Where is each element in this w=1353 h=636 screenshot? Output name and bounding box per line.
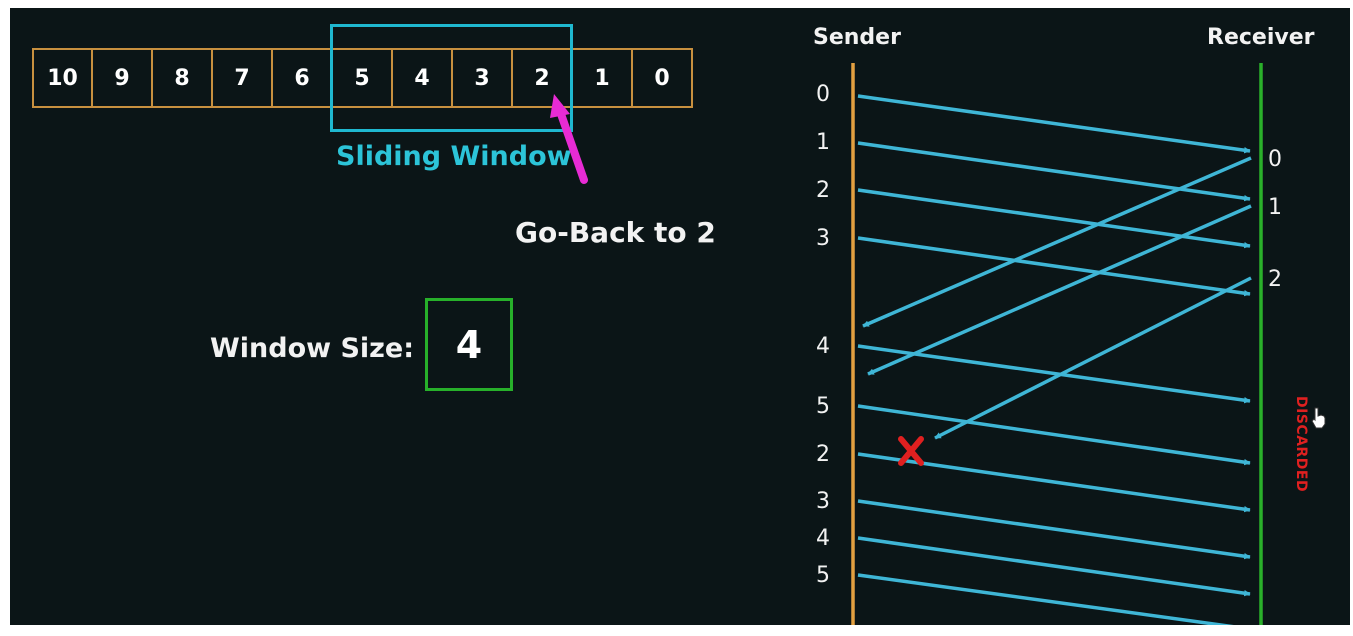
- sender-seq-number: 4: [816, 526, 830, 551]
- cursor-hand-icon: [1311, 407, 1326, 429]
- receiver-seq-number: 1: [1268, 195, 1282, 220]
- sequence-diagram: [550, 63, 1326, 625]
- receiver-label: Receiver: [1207, 25, 1315, 50]
- sender-seq-number: 4: [816, 334, 830, 359]
- ack-arrow: [934, 276, 1252, 440]
- ack-arrow: [867, 204, 1252, 376]
- sender-seq-number: 0: [816, 82, 830, 107]
- sender-seq-number: 2: [816, 442, 830, 467]
- receiver-seq-number: 0: [1268, 147, 1282, 172]
- frame-arrow: [857, 188, 1251, 249]
- frame-arrow: [857, 573, 1251, 625]
- sender-seq-number: 3: [816, 226, 830, 251]
- pointer-arrow-icon: [550, 94, 588, 184]
- ack-arrow: [862, 156, 1252, 328]
- discarded-label: DISCARDED: [1293, 396, 1309, 493]
- sender-seq-number: 5: [816, 563, 830, 588]
- frame-arrow: [857, 499, 1251, 560]
- sender-seq-number: 3: [816, 489, 830, 514]
- sender-label: Sender: [813, 25, 901, 50]
- sender-seq-number: 2: [816, 178, 830, 203]
- frame-arrow: [857, 236, 1251, 297]
- frame-arrow: [857, 141, 1251, 202]
- message-arrows: [857, 94, 1252, 625]
- sender-seq-number: 1: [816, 130, 830, 155]
- sender-seq-number: 5: [816, 394, 830, 419]
- diagram-canvas: 10 9 8 7 6 5 4 3 2 1 0 Sliding Window Go…: [10, 8, 1350, 625]
- lost-frame-x-icon: [898, 436, 924, 466]
- receiver-seq-number: 2: [1268, 267, 1282, 292]
- frame-arrow: [857, 536, 1251, 597]
- frame-arrow: [857, 94, 1251, 154]
